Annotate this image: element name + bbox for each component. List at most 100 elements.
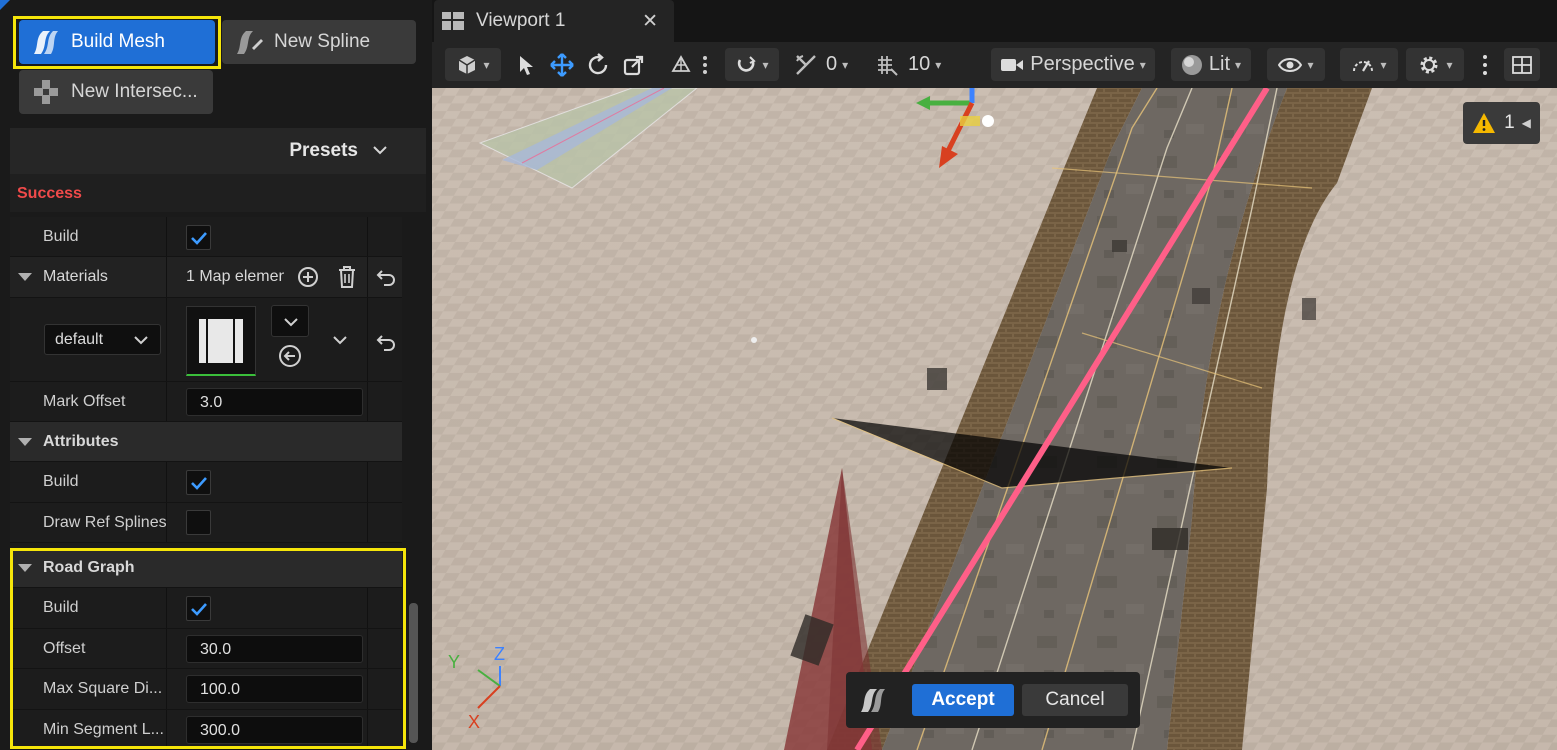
viewport-grid-icon	[442, 12, 464, 30]
chevron-down-icon[interactable]	[333, 335, 347, 345]
offset-field[interactable]: 30.0	[186, 635, 363, 663]
new-spline-button[interactable]: New Spline	[222, 20, 416, 64]
add-element-icon[interactable]	[297, 266, 319, 288]
material-key-dropdown[interactable]: default	[44, 324, 161, 355]
surface-snap-icon	[671, 54, 691, 72]
mark-offset-label: Mark Offset	[43, 392, 126, 410]
angle-snap-icon	[796, 54, 816, 75]
grid-snap-icon	[878, 55, 898, 76]
perspective-dropdown[interactable]: Perspective ▾	[991, 48, 1155, 81]
attributes-label: Attributes	[43, 432, 119, 450]
translate-button[interactable]	[546, 48, 578, 81]
road-tool-panel: Build Mesh New Spline New Intersec... Pr…	[0, 0, 432, 750]
draw-ref-splines-checkbox[interactable]	[186, 510, 211, 535]
grid-snap-value: 10	[908, 53, 931, 75]
chevron-down-icon	[134, 336, 148, 345]
accept-button[interactable]: Accept	[912, 684, 1014, 716]
more-options-button[interactable]	[698, 48, 712, 81]
viewport-toolbar: ▾ ▾ 0 ▾ 10 ▾ Perspective ▾ Lit ▾ ▾ ▾ ▾	[432, 42, 1557, 88]
camera-icon	[1001, 58, 1024, 71]
warning-icon	[1473, 113, 1496, 133]
min-segment-label: Min Segment L...	[43, 720, 164, 738]
mark-offset-field[interactable]: 3.0	[186, 388, 363, 416]
road-graph-section-header[interactable]: Road Graph	[10, 548, 402, 588]
attributes-section-header[interactable]: Attributes	[10, 422, 402, 462]
road-graph-build-label: Build	[43, 599, 79, 616]
max-square-field[interactable]: 100.0	[186, 675, 363, 703]
road-graph-build-checkbox[interactable]	[186, 596, 211, 621]
angle-snap-dropdown[interactable]: 0 ▾	[794, 48, 864, 81]
rotate-button[interactable]	[582, 48, 614, 81]
attributes-build-checkbox[interactable]	[186, 470, 211, 495]
viewport-tab-title: Viewport 1	[476, 10, 566, 31]
gear-icon	[1420, 56, 1438, 73]
delete-icon[interactable]	[336, 265, 358, 289]
property-row-road-graph-build: Build	[10, 588, 402, 629]
viewport-tab[interactable]: Viewport 1 ✕	[434, 0, 674, 42]
materials-summary: 1 Map elemen	[186, 268, 284, 285]
rotate-icon	[588, 52, 608, 74]
lit-mode-label: Lit	[1208, 53, 1231, 75]
details-scrollbar[interactable]	[409, 603, 418, 743]
speedometer-icon	[1353, 59, 1374, 72]
property-row-min-segment: Min Segment L... 300.0	[10, 710, 402, 750]
select-mode-dropdown[interactable]: ▾	[445, 48, 501, 81]
presets-dropdown[interactable]: Presets	[10, 128, 426, 174]
viewport-options-button[interactable]	[1478, 48, 1492, 81]
cursor-arrow-icon	[520, 55, 533, 75]
use-selected-arrow-icon[interactable]	[278, 344, 302, 368]
panel-corner-marker	[0, 0, 10, 10]
build-checkbox[interactable]	[186, 225, 211, 250]
expand-triangle-icon	[18, 437, 32, 446]
performance-dropdown[interactable]: ▾	[1340, 48, 1398, 81]
magnet-icon	[738, 55, 757, 72]
settings-dropdown[interactable]: ▾	[1406, 48, 1464, 81]
scale-button[interactable]	[618, 48, 650, 81]
material-thumbnail[interactable]	[186, 306, 256, 376]
draw-ref-splines-label: Draw Ref Splines	[43, 513, 167, 531]
reset-arrow-icon[interactable]	[376, 332, 396, 352]
eye-icon	[1278, 57, 1303, 72]
layout-grid-icon	[1512, 55, 1532, 74]
surface-snap-button[interactable]	[668, 48, 694, 81]
material-picker-dropdown[interactable]	[271, 305, 309, 337]
chevron-down-icon	[373, 146, 387, 155]
axis-label-x: X	[468, 712, 480, 732]
materials-row[interactable]: Materials 1 Map elemen	[10, 257, 402, 298]
checkmark-icon	[191, 603, 207, 616]
kebab-menu-icon	[703, 55, 707, 74]
angle-snap-value: 0	[826, 53, 838, 75]
show-flags-dropdown[interactable]: ▾	[1267, 48, 1325, 81]
details-panel: Build Materials 1 Map elemen default Mar…	[10, 217, 402, 750]
status-text: Success	[10, 174, 426, 212]
warning-button[interactable]: 1 ◀	[1463, 102, 1540, 144]
lit-mode-dropdown[interactable]: Lit ▾	[1171, 48, 1251, 81]
property-row-offset: Offset 30.0	[10, 629, 402, 669]
cancel-button[interactable]: Cancel	[1022, 684, 1128, 716]
grid-snap-dropdown[interactable]: 10 ▾	[876, 48, 952, 81]
layout-button[interactable]	[1504, 48, 1540, 81]
chevron-down-icon	[284, 318, 298, 327]
material-key-value: default	[55, 331, 104, 348]
attributes-build-label: Build	[43, 473, 79, 490]
snap-dropdown[interactable]: ▾	[725, 48, 779, 81]
max-square-label: Max Square Di...	[43, 680, 163, 697]
build-label: Build	[43, 227, 79, 245]
select-arrow-button[interactable]	[511, 48, 541, 81]
checkmark-icon	[191, 477, 207, 490]
road-graph-label: Road Graph	[43, 558, 135, 576]
new-intersection-button[interactable]: New Intersec...	[19, 70, 213, 114]
road-scene-render: Z Y X	[432, 88, 1557, 750]
sphere-lit-icon	[1181, 54, 1202, 75]
scale-icon	[623, 55, 644, 75]
new-intersection-label: New Intersec...	[71, 81, 198, 102]
reset-arrow-icon[interactable]	[376, 267, 396, 287]
material-element-row: default	[10, 298, 402, 382]
expand-triangle-icon	[18, 273, 32, 281]
min-segment-field[interactable]: 300.0	[186, 716, 363, 744]
viewport-scene[interactable]: Z Y X 1 ◀ Accept Cancel	[432, 88, 1557, 750]
checkmark-icon	[191, 232, 207, 245]
close-icon[interactable]: ✕	[642, 10, 658, 33]
axis-label-y: Y	[448, 652, 460, 672]
build-mesh-button[interactable]: Build Mesh	[19, 20, 215, 64]
